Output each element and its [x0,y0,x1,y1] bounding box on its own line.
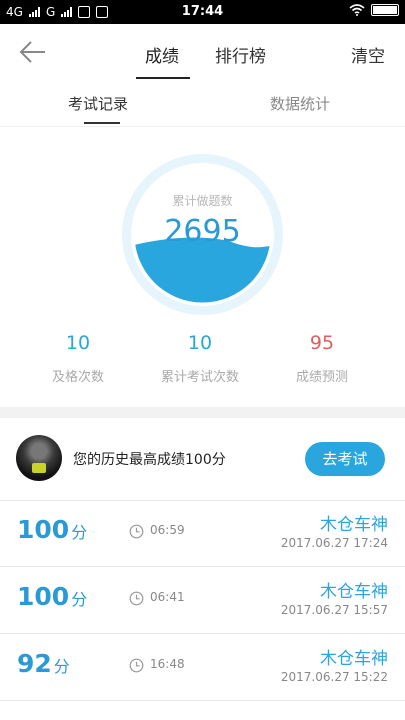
tab-score[interactable]: 成绩 [145,42,179,67]
stat-score-prediction: 95 成绩预测 [262,332,382,385]
top-nav: 成绩 排行榜 清空 [0,24,405,81]
record-row[interactable]: 100 分 06:59 木仓车神 2017.06.27 17:24 [0,499,405,567]
sub-tabs: 考试记录 数据统计 [0,80,405,127]
record-score: 92 分 [17,649,70,678]
clock-icon [129,658,144,673]
score-unit: 分 [53,657,70,676]
record-date: 2017.06.27 15:57 [280,603,388,617]
wifi-icon [349,4,365,16]
stat-label: 及格次数 [51,370,104,385]
avatar [16,435,62,481]
clock-icon [129,524,144,539]
record-date: 2017.06.27 17:24 [280,536,388,550]
stat-value: 10 [187,332,213,354]
record-title: 木仓车神 [320,582,388,602]
gauge-label: 累计做题数 [172,194,233,208]
take-exam-button[interactable]: 去考试 [305,442,385,476]
record-title: 木仓车神 [320,649,388,669]
score-number: 100 [17,582,70,611]
tab-ranking[interactable]: 排行榜 [215,42,266,67]
status-right [349,4,399,16]
tab-exam-records[interactable]: 考试记录 [68,93,128,114]
score-unit: 分 [71,590,88,609]
subtab-underline [84,122,120,124]
clear-button[interactable]: 清空 [351,42,385,67]
score-number: 92 [17,649,52,678]
stat-value: 95 [309,332,335,354]
gauge-value: 2695 [164,214,241,249]
stat-value: 10 [65,332,91,354]
score-number: 100 [17,515,70,544]
back-arrow-icon[interactable] [18,38,48,66]
stat-pass-count: 10 及格次数 [18,332,138,385]
stat-label: 累计考试次数 [160,370,239,385]
record-score: 100 分 [17,582,87,611]
tab-score-underline [136,77,190,79]
score-unit: 分 [71,523,88,542]
record-row[interactable]: 100 分 06:41 木仓车神 2017.06.27 15:57 [0,566,405,634]
record-title: 木仓车神 [320,515,388,535]
tab-data-stats[interactable]: 数据统计 [270,93,330,114]
record-duration: 06:41 [150,590,185,604]
record-duration: 16:48 [150,657,185,671]
record-date: 2017.06.27 15:22 [280,670,388,684]
clock-icon [129,591,144,606]
status-time: 17:44 [181,4,224,19]
best-score-text: 您的历史最高成绩100分 [73,452,226,468]
section-divider [0,407,405,418]
status-bar: 4G G 17:44 [0,0,405,24]
best-score-row: 您的历史最高成绩100分 去考试 [0,418,405,501]
battery-icon [371,4,399,16]
record-row[interactable]: 92 分 16:48 木仓车神 2017.06.27 15:22 [0,633,405,701]
record-duration: 06:59 [150,523,185,537]
stat-label: 成绩预测 [295,370,348,385]
stat-exam-count: 10 累计考试次数 [140,332,260,385]
record-score: 100 分 [17,515,87,544]
